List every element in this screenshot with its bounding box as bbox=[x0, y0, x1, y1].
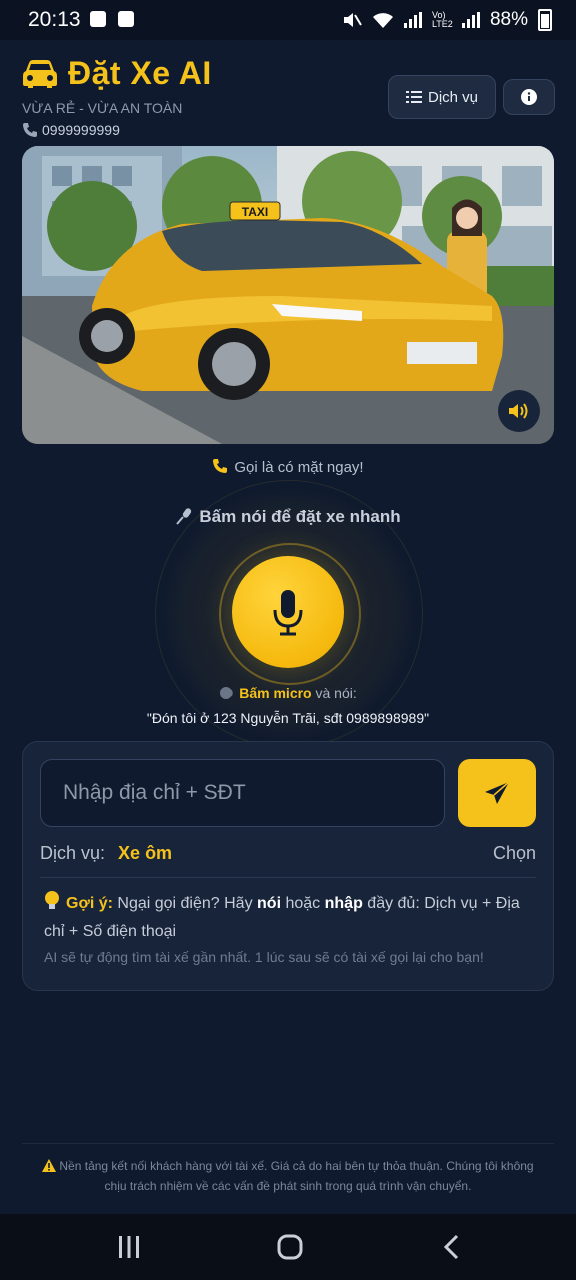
recent-apps-icon[interactable] bbox=[118, 1235, 140, 1259]
send-icon bbox=[485, 781, 510, 804]
network-label: Vo) LTE2 bbox=[431, 10, 453, 29]
card-divider bbox=[40, 877, 536, 878]
disclaimer-text: Nền tảng kết nối khách hàng với tài xế. … bbox=[59, 1159, 534, 1193]
footer-divider bbox=[22, 1143, 554, 1144]
home-icon[interactable] bbox=[277, 1234, 303, 1260]
taxi-sign-text: TAXI bbox=[242, 205, 268, 219]
microphone-emoji-icon bbox=[176, 508, 192, 525]
car-icon bbox=[23, 59, 57, 88]
tip-subtext: AI sẽ tự động tìm tài xế gần nhất. 1 lúc… bbox=[44, 949, 484, 965]
wifi-icon bbox=[372, 13, 393, 28]
call-note-text: Gọi là có mặt ngay! bbox=[234, 459, 364, 476]
speaker-icon bbox=[509, 403, 528, 419]
voice-example: "Đón tôi ở 123 Nguyễn Trãi, sđt 09898989… bbox=[146, 710, 430, 726]
mic-hint: Bấm micro và nói: bbox=[0, 685, 576, 701]
list-icon bbox=[405, 91, 422, 103]
app-notification-icon bbox=[118, 11, 134, 27]
mute-icon bbox=[343, 13, 362, 27]
app-header: Đặt Xe AI VỪA RẺ - VỪA AN TOÀN 099999999… bbox=[22, 55, 212, 138]
mic-hint-rest: và nói: bbox=[311, 685, 357, 701]
lightbulb-icon bbox=[45, 891, 59, 909]
phone-icon bbox=[23, 123, 37, 137]
tip-bold-2: nhập bbox=[324, 895, 363, 912]
speaking-head-icon bbox=[220, 687, 233, 699]
phone-icon bbox=[213, 459, 228, 473]
status-time: 20:13 bbox=[28, 8, 81, 31]
address-phone-input[interactable] bbox=[40, 759, 445, 827]
hero-taxi-image: TAXI bbox=[22, 146, 554, 444]
tip-text: Gợi ý: Ngại gọi điện? Hãy nói hoặc nhập … bbox=[44, 890, 532, 946]
services-button[interactable]: Dịch vụ bbox=[388, 75, 496, 119]
service-selector-row[interactable]: Dịch vụ: Xe ôm Chọn bbox=[40, 843, 536, 867]
brand: Đặt Xe AI bbox=[22, 55, 212, 92]
choose-service-button[interactable]: Chọn bbox=[493, 843, 536, 864]
status-bar: 20:13 Vo) LTE2 88% bbox=[0, 0, 576, 40]
voice-title: Bấm nói để đặt xe nhanh bbox=[0, 507, 576, 527]
services-button-label: Dịch vụ bbox=[427, 88, 479, 106]
system-nav-bar bbox=[0, 1214, 576, 1280]
status-right-group: Vo) LTE2 88% bbox=[342, 9, 552, 31]
battery-icon bbox=[538, 9, 552, 31]
gallery-notification-icon bbox=[90, 11, 106, 27]
signal-icon bbox=[403, 12, 422, 28]
signal-icon-2 bbox=[461, 12, 480, 28]
info-icon bbox=[521, 89, 537, 105]
taxi-illustration: TAXI bbox=[22, 146, 554, 444]
warning-icon bbox=[42, 1159, 57, 1172]
send-button[interactable] bbox=[458, 759, 536, 827]
hotline-number: 0999999999 bbox=[42, 122, 120, 138]
service-label: Dịch vụ: bbox=[40, 843, 106, 863]
sound-toggle-button[interactable] bbox=[498, 390, 540, 432]
mic-hint-bold: Bấm micro bbox=[239, 685, 312, 701]
tip-part-2: hoặc bbox=[281, 895, 325, 912]
back-icon[interactable] bbox=[442, 1234, 460, 1260]
tagline: VỪA RẺ - VỪA AN TOÀN bbox=[22, 100, 183, 116]
battery-percent: 88% bbox=[489, 9, 528, 30]
selected-service: Xe ôm bbox=[118, 843, 173, 863]
disclaimer: Nền tảng kết nối khách hàng với tài xế. … bbox=[30, 1156, 546, 1196]
info-button[interactable] bbox=[503, 79, 555, 115]
app-title: Đặt Xe AI bbox=[68, 55, 212, 91]
microphone-icon bbox=[273, 590, 303, 636]
call-note: Gọi là có mặt ngay! bbox=[0, 458, 576, 476]
tip-bold-1: nói bbox=[257, 895, 282, 912]
tip-part-1: Ngại gọi điện? Hãy bbox=[112, 895, 258, 912]
microphone-button[interactable] bbox=[232, 556, 344, 668]
tip-label: Gợi ý: bbox=[66, 895, 113, 912]
voice-title-text: Bấm nói để đặt xe nhanh bbox=[199, 507, 401, 526]
hotline[interactable]: 0999999999 bbox=[22, 122, 212, 138]
